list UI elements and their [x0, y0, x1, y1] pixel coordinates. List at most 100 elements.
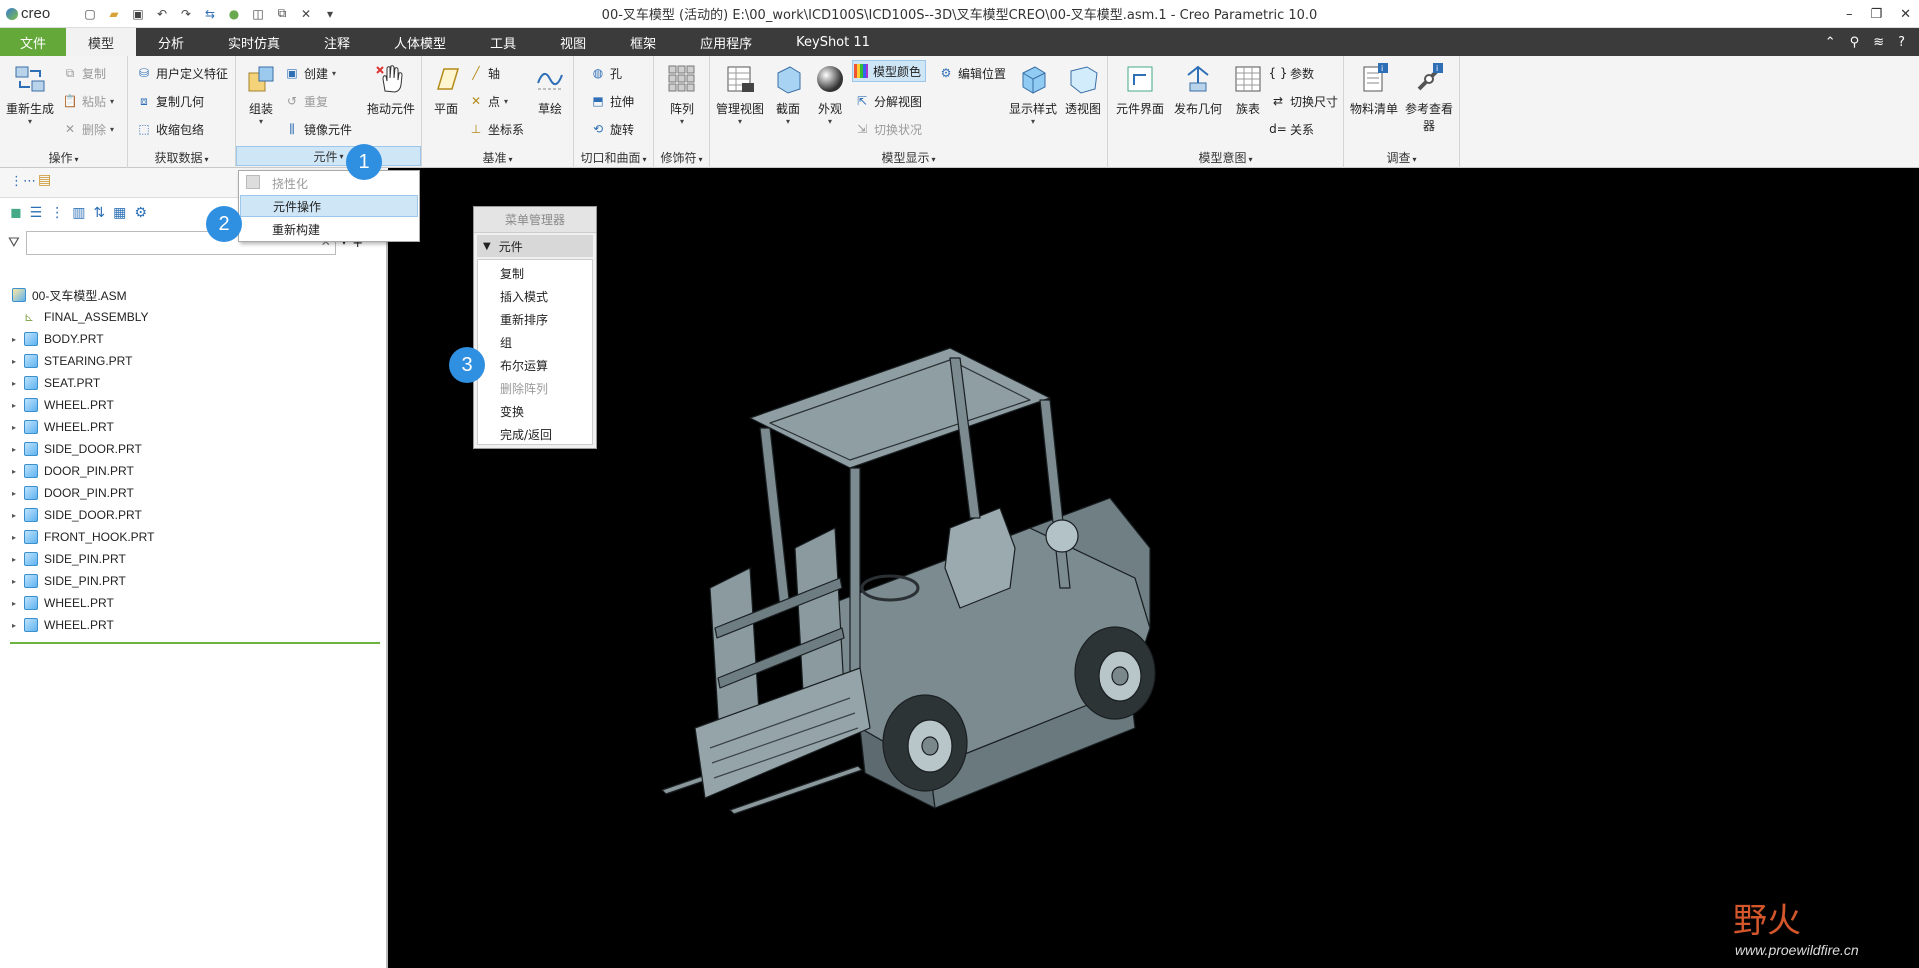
copy-button[interactable]: ⧉ 复制: [62, 62, 106, 84]
tree-settings-icon[interactable]: ▦: [113, 205, 126, 221]
tree-item[interactable]: ▸ SEAT.PRT: [8, 372, 380, 394]
family-table-button[interactable]: 族表: [1228, 62, 1268, 117]
pattern-button[interactable]: 阵列 ▾: [662, 62, 702, 126]
insert-here-indicator[interactable]: [10, 642, 380, 644]
expand-arrow-icon[interactable]: ▸: [8, 621, 20, 630]
manage-views-button[interactable]: 管理视图 ▾: [714, 62, 766, 126]
save-icon[interactable]: ▣: [130, 6, 146, 22]
tree-item[interactable]: ▸ WHEEL.PRT: [8, 394, 380, 416]
mirror-component-button[interactable]: ⫼ 镜像元件: [284, 118, 352, 140]
sketch-button[interactable]: 草绘: [530, 62, 570, 117]
search-icon[interactable]: ⚲: [1850, 35, 1860, 50]
expand-arrow-icon[interactable]: ▸: [8, 489, 20, 498]
group-label-datum[interactable]: 基准 ▾: [422, 149, 573, 166]
tree-item[interactable]: ▸ SIDE_DOOR.PRT: [8, 504, 380, 526]
expand-arrow-icon[interactable]: ▸: [8, 423, 20, 432]
tree-filter-icon[interactable]: ⇅: [93, 205, 105, 221]
revolve-button[interactable]: ⟲ 旋转: [590, 118, 634, 140]
model-tree-tab-icon[interactable]: ⋮⋯: [10, 174, 36, 189]
expand-arrow-icon[interactable]: ▸: [8, 379, 20, 388]
layers-icon[interactable]: ≋: [1873, 35, 1884, 50]
parameters-button[interactable]: { } 参数: [1268, 62, 1314, 84]
drag-component-button[interactable]: 拖动元件: [362, 62, 420, 117]
tree-item[interactable]: ⊾ FINAL_ASSEMBLY: [8, 306, 380, 328]
model-color-button[interactable]: 模型颜色: [852, 60, 927, 82]
regenerate-button[interactable]: 重新生成 ▾: [6, 62, 54, 126]
shrinkwrap-button[interactable]: ⬚ 收缩包络: [136, 118, 204, 140]
forklift-model-viewport[interactable]: [390, 168, 1919, 968]
tree-item[interactable]: ▸ STEARING.PRT: [8, 350, 380, 372]
expand-arrow-icon[interactable]: ▸: [8, 511, 20, 520]
group-label-investigate[interactable]: 调查 ▾: [1344, 149, 1459, 166]
group-label-model-intent[interactable]: 模型意图 ▾: [1108, 149, 1343, 166]
axis-button[interactable]: ╱ 轴: [468, 62, 500, 84]
tab-keyshot[interactable]: KeyShot 11: [774, 28, 892, 56]
tab-framework[interactable]: 框架: [608, 28, 678, 56]
regenerate-icon[interactable]: ⇆: [202, 6, 218, 22]
group-label-cut-surface[interactable]: 切口和曲面 ▾: [574, 149, 653, 166]
open-folder-icon[interactable]: ▰: [106, 6, 122, 22]
assemble-button[interactable]: 组装 ▾: [240, 62, 282, 126]
tree-item[interactable]: ▸ SIDE_PIN.PRT: [8, 570, 380, 592]
new-file-icon[interactable]: ▢: [82, 6, 98, 22]
window-icon[interactable]: ◫: [250, 6, 266, 22]
sphere-icon[interactable]: ●: [226, 6, 242, 22]
folder-browser-tab-icon[interactable]: ▤: [38, 172, 51, 188]
tree-root[interactable]: 00-叉车模型.ASM: [8, 284, 380, 306]
expand-arrow-icon[interactable]: ▸: [8, 357, 20, 366]
tree-item[interactable]: ▸ FRONT_HOOK.PRT: [8, 526, 380, 548]
tree-list-icon[interactable]: ☰: [30, 205, 43, 221]
expand-arrow-icon[interactable]: ▸: [8, 445, 20, 454]
edit-position-button[interactable]: ⚙ 编辑位置: [938, 62, 1006, 84]
toggle-status-button[interactable]: ⇲ 切换状况: [854, 118, 922, 140]
expand-arrow-icon[interactable]: ▸: [8, 599, 20, 608]
section-button[interactable]: 截面 ▾: [768, 62, 808, 126]
copy-geometry-button[interactable]: ⧈ 复制几何: [136, 90, 204, 112]
delete-button[interactable]: ✕ 删除 ▾: [62, 118, 114, 140]
tree-item[interactable]: ▸ WHEEL.PRT: [8, 416, 380, 438]
expand-arrow-icon[interactable]: ▸: [8, 467, 20, 476]
tree-columns-icon[interactable]: ▥: [72, 205, 85, 221]
group-label-model-display[interactable]: 模型显示 ▾: [710, 149, 1107, 166]
relations-button[interactable]: d= 关系: [1269, 118, 1314, 140]
group-label-get-data[interactable]: 获取数据 ▾: [128, 149, 235, 166]
appearance-button[interactable]: 外观 ▾: [810, 62, 850, 126]
expand-arrow-icon[interactable]: ▸: [8, 577, 20, 586]
minimize-icon[interactable]: –: [1846, 7, 1853, 22]
reference-viewer-button[interactable]: i 参考查看器: [1402, 62, 1456, 134]
tree-item[interactable]: ▸ DOOR_PIN.PRT: [8, 482, 380, 504]
create-button[interactable]: ▣ 创建 ▾: [284, 62, 336, 84]
tree-indent-icon[interactable]: ⋮: [50, 205, 64, 221]
group-label-modifiers[interactable]: 修饰符 ▾: [654, 149, 709, 166]
collapse-ribbon-icon[interactable]: ⌃: [1825, 35, 1836, 50]
hole-button[interactable]: ◍ 孔: [590, 62, 622, 84]
switch-dimensions-button[interactable]: ⇄ 切换尺寸: [1270, 90, 1338, 112]
expand-arrow-icon[interactable]: ▸: [8, 533, 20, 542]
group-label-component[interactable]: 元件 ▾: [236, 146, 421, 166]
part-icon[interactable]: ◼: [10, 205, 22, 221]
tab-applications[interactable]: 应用程序: [678, 28, 774, 56]
tree-item[interactable]: ▸ SIDE_PIN.PRT: [8, 548, 380, 570]
bom-button[interactable]: i 物料清单: [1348, 62, 1400, 117]
tab-tools[interactable]: 工具: [468, 28, 538, 56]
switch-window-icon[interactable]: ⧉: [274, 6, 290, 22]
repeat-button[interactable]: ↺ 重复: [284, 90, 328, 112]
tree-item[interactable]: ▸ SIDE_DOOR.PRT: [8, 438, 380, 460]
component-interface-button[interactable]: 元件界面: [1112, 62, 1168, 117]
tab-analysis[interactable]: 分析: [136, 28, 206, 56]
tab-file[interactable]: 文件: [0, 28, 66, 56]
tab-simulation[interactable]: 实时仿真: [206, 28, 302, 56]
expand-arrow-icon[interactable]: ▸: [8, 335, 20, 344]
extrude-button[interactable]: ⬒ 拉伸: [590, 90, 634, 112]
publish-geometry-button[interactable]: 发布几何: [1170, 62, 1226, 117]
group-label-operations[interactable]: 操作 ▾: [0, 149, 127, 166]
undo-icon[interactable]: ↶: [154, 6, 170, 22]
explode-view-button[interactable]: ⇱ 分解视图: [854, 90, 922, 112]
tab-annotate[interactable]: 注释: [302, 28, 372, 56]
perspective-button[interactable]: 透视图: [1062, 62, 1104, 117]
help-icon[interactable]: ?: [1898, 35, 1905, 50]
tab-manikin[interactable]: 人体模型: [372, 28, 468, 56]
display-style-button[interactable]: 显示样式 ▾: [1006, 62, 1060, 126]
filter-funnel-icon[interactable]: ⛛: [8, 235, 20, 251]
tree-item[interactable]: ▸ WHEEL.PRT: [8, 592, 380, 614]
